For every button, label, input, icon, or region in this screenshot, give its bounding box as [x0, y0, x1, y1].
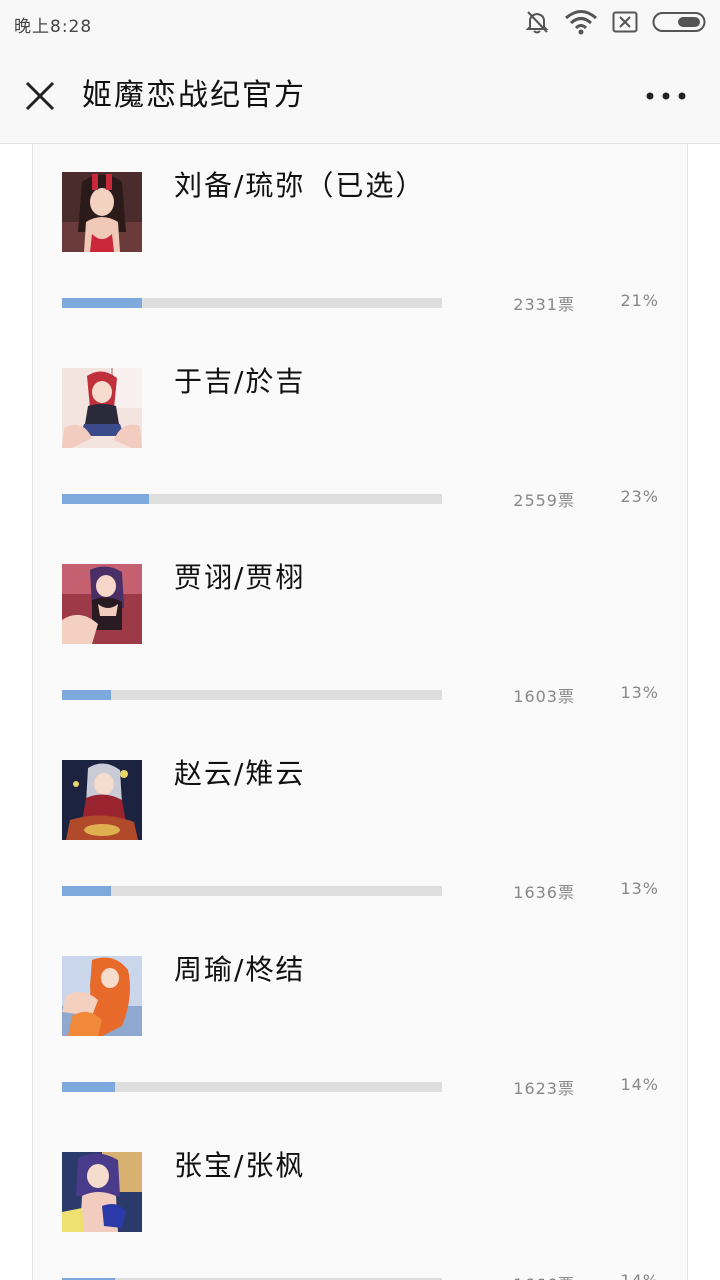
avatar	[62, 956, 142, 1036]
vote-item[interactable]: 赵云/雉云 1636票 13%	[33, 732, 687, 928]
more-button[interactable]	[642, 78, 690, 114]
progress-bar	[62, 494, 442, 504]
avatar	[62, 1152, 142, 1232]
vote-list: 刘备/琉弥（已选） 2331票 21% 于吉/於吉 2559票 23% 贾诩/贾…	[32, 144, 688, 1280]
item-name: 张宝/张枫	[174, 1149, 306, 1182]
vote-item[interactable]: 张宝/张枫 1666票 14%	[33, 1124, 687, 1280]
sim-no-signal-icon	[612, 11, 638, 37]
bell-muted-icon	[524, 9, 550, 39]
item-name: 贾诩/贾栩	[174, 561, 306, 594]
progress-fill	[62, 1082, 116, 1092]
status-time: 晚上8:28	[14, 17, 93, 37]
vote-percent: 13%	[620, 879, 659, 898]
vote-count: 2559票	[513, 491, 575, 510]
vote-percent: 23%	[620, 487, 659, 506]
vote-percent: 14%	[620, 1271, 659, 1280]
progress-bar	[62, 298, 442, 308]
item-name: 于吉/於吉	[174, 365, 306, 398]
item-name: 刘备/琉弥（已选）	[174, 169, 426, 202]
progress-fill	[62, 494, 150, 504]
vote-percent: 21%	[620, 291, 659, 310]
status-icons	[524, 10, 708, 38]
vote-percent: 13%	[620, 683, 659, 702]
battery-icon	[652, 11, 708, 37]
avatar	[62, 368, 142, 448]
status-bar: 晚上8:28	[0, 0, 720, 48]
vote-item[interactable]: 周瑜/柊结 1623票 14%	[33, 928, 687, 1124]
close-button[interactable]	[20, 76, 60, 116]
avatar	[62, 172, 142, 252]
vote-item[interactable]: 贾诩/贾栩 1603票 13%	[33, 536, 687, 732]
vote-count: 1666票	[513, 1271, 575, 1280]
progress-bar	[62, 886, 442, 896]
progress-bar	[62, 690, 442, 700]
vote-count: 2331票	[513, 295, 575, 314]
progress-bar	[62, 1082, 442, 1092]
vote-count: 1603票	[513, 687, 575, 706]
wifi-icon	[564, 9, 598, 39]
more-dots-icon	[646, 92, 686, 100]
vote-item[interactable]: 于吉/於吉 2559票 23%	[33, 340, 687, 536]
nav-bar: 姬魔恋战纪官方	[0, 48, 720, 144]
close-icon	[25, 81, 55, 111]
item-name: 周瑜/柊结	[174, 953, 306, 986]
vote-count: 1636票	[513, 883, 575, 902]
vote-item[interactable]: 刘备/琉弥（已选） 2331票 21%	[33, 144, 687, 340]
avatar	[62, 564, 142, 644]
vote-percent: 14%	[620, 1075, 659, 1094]
progress-fill	[62, 690, 112, 700]
vote-count: 1623票	[513, 1079, 575, 1098]
item-name: 赵云/雉云	[174, 757, 306, 790]
progress-fill	[62, 886, 112, 896]
avatar	[62, 760, 142, 840]
progress-fill	[62, 298, 142, 308]
page-title: 姬魔恋战纪官方	[82, 78, 306, 113]
